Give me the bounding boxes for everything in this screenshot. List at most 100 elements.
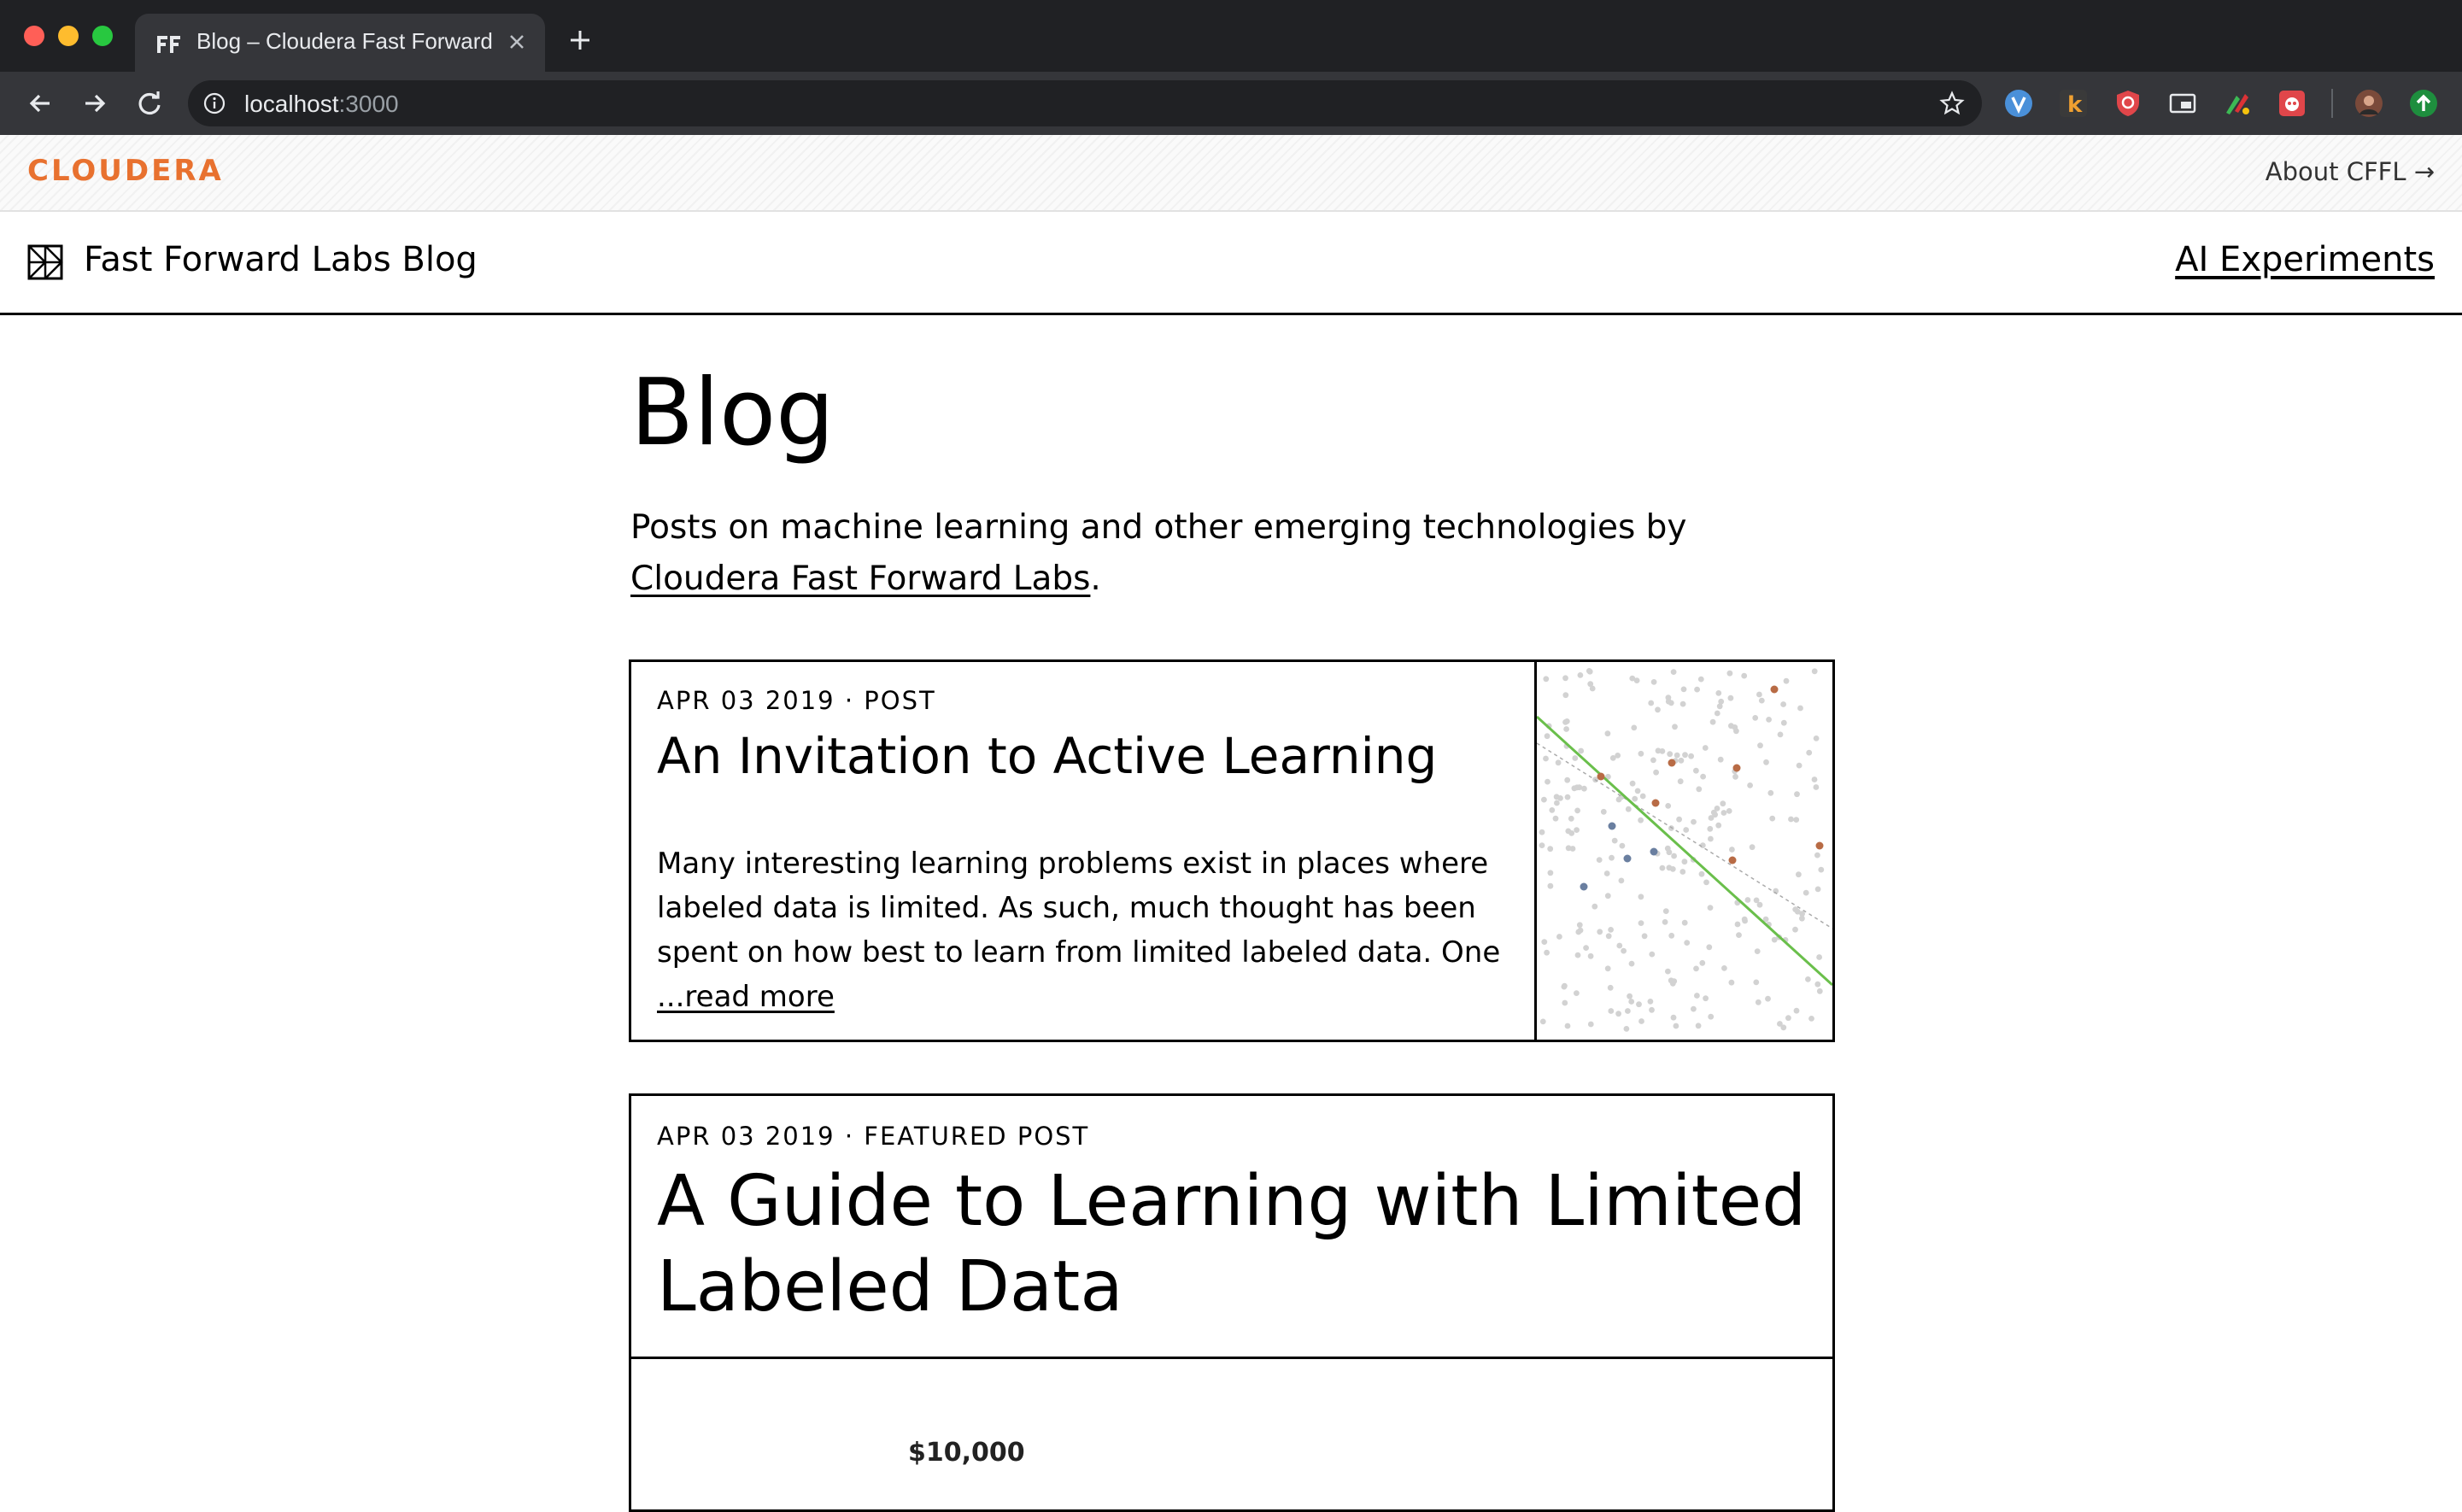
scatter-point bbox=[1615, 1011, 1621, 1017]
toolbar-separator bbox=[2331, 89, 2333, 118]
scatter-point bbox=[1592, 903, 1598, 910]
scatter-point bbox=[1811, 668, 1818, 675]
cloudera-logo[interactable]: CLOUDERA bbox=[27, 154, 224, 188]
scatter-point bbox=[1604, 965, 1611, 972]
scatter-point bbox=[1562, 692, 1569, 699]
scatter-point bbox=[1756, 691, 1762, 698]
scatter-point bbox=[1818, 866, 1825, 873]
scatter-point bbox=[1777, 1021, 1783, 1027]
scatter-point bbox=[1678, 757, 1685, 764]
page-title: Blog bbox=[630, 360, 835, 466]
scatter-point bbox=[1562, 675, 1568, 682]
scatter-point bbox=[1607, 984, 1614, 991]
scatter-point bbox=[1794, 791, 1800, 798]
scatter-point bbox=[1769, 815, 1776, 822]
scatter-point bbox=[1604, 730, 1611, 737]
scatter-point bbox=[1816, 987, 1823, 994]
browser-toolbar: localhost:3000 k bbox=[0, 72, 2462, 135]
scatter-point bbox=[1691, 1005, 1697, 1012]
scatter-point bbox=[1736, 932, 1742, 938]
scatter-point bbox=[1541, 939, 1548, 945]
labeled-point-blue bbox=[1580, 882, 1588, 891]
extension-k-icon[interactable]: k bbox=[2059, 89, 2088, 118]
scatter-point bbox=[1603, 870, 1610, 876]
back-arrow-icon[interactable] bbox=[24, 87, 56, 120]
cffl-link[interactable]: Cloudera Fast Forward Labs bbox=[630, 560, 1090, 598]
scatter-point bbox=[1785, 1015, 1791, 1022]
close-window-button[interactable] bbox=[24, 26, 44, 46]
scatter-point bbox=[1574, 807, 1580, 814]
scatter-point bbox=[1783, 677, 1790, 684]
labeled-point-blue bbox=[1650, 847, 1658, 856]
scatter-point bbox=[1629, 780, 1636, 787]
scatter-point bbox=[1716, 703, 1723, 710]
scatter-point bbox=[1638, 1018, 1644, 1024]
forward-arrow-icon[interactable] bbox=[79, 87, 111, 120]
bookmark-star-icon[interactable] bbox=[1939, 91, 1965, 116]
post-thumbnail[interactable] bbox=[1537, 662, 1832, 1040]
scatter-point bbox=[1707, 825, 1714, 832]
browser-tab-strip: Blog – Cloudera Fast Forward bbox=[0, 0, 2462, 72]
post-title[interactable]: A Guide to Learning with Limited Labeled… bbox=[657, 1159, 1819, 1330]
post-meta: APR 03 2019 · FEATURED POST bbox=[657, 1122, 1090, 1151]
scatter-point bbox=[1562, 999, 1568, 1006]
browser-tab-active[interactable]: Blog – Cloudera Fast Forward bbox=[135, 14, 545, 72]
extension-picture-in-picture-icon[interactable] bbox=[2168, 89, 2197, 118]
scatter-point bbox=[1721, 965, 1727, 971]
labeled-point-blue bbox=[1608, 822, 1616, 830]
scatter-point bbox=[1741, 672, 1748, 679]
scatter-point bbox=[1625, 806, 1632, 812]
scatter-point bbox=[1621, 947, 1627, 954]
scatter-point bbox=[1749, 844, 1756, 851]
site-info-icon[interactable] bbox=[203, 92, 226, 114]
scatter-point bbox=[1703, 995, 1709, 1002]
site-title[interactable]: Fast Forward Labs Blog bbox=[84, 240, 478, 279]
scatter-point bbox=[1671, 853, 1677, 859]
scatter-point bbox=[1755, 999, 1762, 1005]
scatter-point bbox=[1587, 952, 1594, 959]
scatter-point bbox=[1698, 870, 1705, 877]
scatter-point bbox=[1757, 742, 1763, 749]
new-tab-icon[interactable] bbox=[567, 27, 593, 53]
scatter-point bbox=[1553, 794, 1560, 800]
ai-experiments-link[interactable]: AI Experiments bbox=[2175, 240, 2435, 279]
tab-title: Blog – Cloudera Fast Forward bbox=[196, 28, 493, 54]
extension-bug-icon[interactable] bbox=[2277, 89, 2307, 118]
scatter-point bbox=[1539, 829, 1545, 835]
labeled-point-orange bbox=[1597, 772, 1605, 781]
scatter-point bbox=[1771, 936, 1778, 943]
scatter-point bbox=[1763, 759, 1769, 765]
read-more-link[interactable]: ...read more bbox=[657, 980, 835, 1014]
scatter-point bbox=[1665, 968, 1671, 975]
about-cffl-link[interactable]: About CFFL → bbox=[2266, 157, 2435, 186]
scatter-point bbox=[1744, 897, 1751, 903]
scatter-point bbox=[1714, 710, 1720, 717]
update-arrow-icon[interactable] bbox=[2409, 89, 2438, 118]
scatter-point bbox=[1702, 745, 1709, 751]
scatter-point bbox=[1788, 816, 1794, 823]
scatter-point bbox=[1563, 726, 1569, 732]
ff-favicon-icon bbox=[157, 36, 180, 53]
post-title[interactable]: An Invitation to Active Learning bbox=[657, 727, 1437, 785]
address-bar[interactable]: localhost:3000 bbox=[188, 80, 1982, 126]
cloudera-top-bar: CLOUDERA About CFFL → bbox=[0, 135, 2462, 212]
post-card[interactable]: APR 03 2019 · POST An Invitation to Acti… bbox=[629, 659, 1835, 1042]
scatter-point bbox=[1539, 842, 1545, 848]
minimize-window-button[interactable] bbox=[58, 26, 79, 46]
scatter-point bbox=[1587, 681, 1594, 688]
reload-icon[interactable] bbox=[133, 87, 166, 120]
featured-post-card[interactable]: APR 03 2019 · FEATURED POST A Guide to L… bbox=[629, 1093, 1835, 1512]
url-host: localhost bbox=[244, 91, 339, 117]
scatter-point bbox=[1680, 686, 1687, 693]
scatter-point bbox=[1627, 993, 1633, 999]
scatter-point bbox=[1659, 748, 1666, 754]
ffl-logo-icon[interactable] bbox=[27, 244, 63, 280]
extension-colorful-icon[interactable] bbox=[2223, 89, 2252, 118]
url-text[interactable]: localhost:3000 bbox=[244, 91, 399, 118]
profile-avatar-icon[interactable] bbox=[2354, 89, 2383, 118]
close-tab-icon[interactable] bbox=[504, 29, 530, 55]
extension-v-icon[interactable] bbox=[2004, 89, 2033, 118]
extension-shield-icon[interactable] bbox=[2113, 89, 2143, 118]
maximize-window-button[interactable] bbox=[92, 26, 113, 46]
scatter-point bbox=[1600, 808, 1607, 815]
